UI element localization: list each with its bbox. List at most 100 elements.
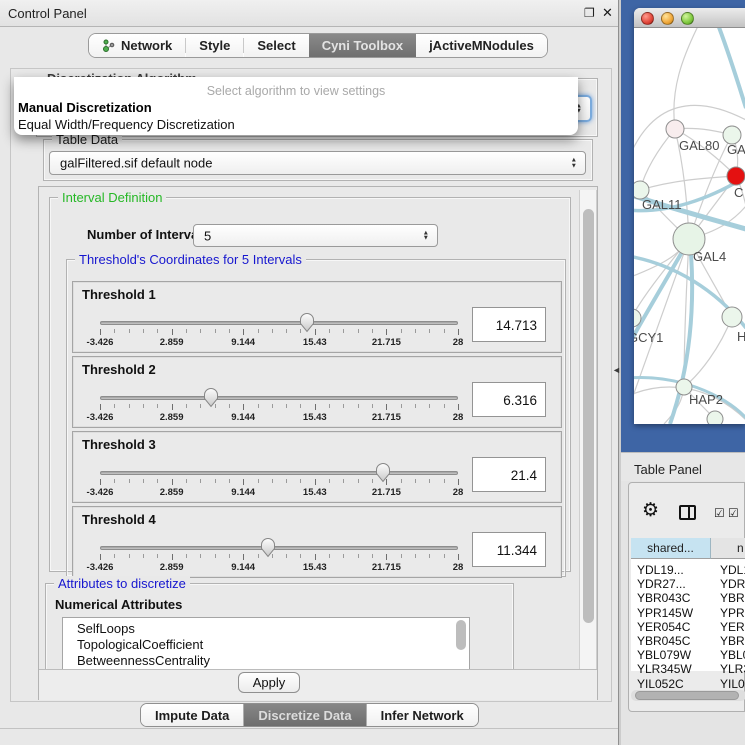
node-h[interactable] <box>722 307 742 327</box>
settings-vertical-scrollbar[interactable] <box>579 190 597 669</box>
slider-tick <box>172 329 173 335</box>
table-row[interactable]: YDL1 <box>720 563 745 577</box>
slider-track[interactable] <box>100 396 458 400</box>
network-edge[interactable] <box>640 176 736 190</box>
table-row[interactable]: YER0 <box>720 620 745 634</box>
table-row[interactable]: YIL0 <box>720 677 745 691</box>
slider-tick <box>315 404 316 410</box>
table-row[interactable]: YBR0 <box>720 591 745 605</box>
slider-tick <box>215 479 216 483</box>
close-icon[interactable]: ✕ <box>602 5 613 21</box>
attributes-list[interactable]: SelfLoopsTopologicalCoefficientBetweenne… <box>62 617 470 669</box>
table-row[interactable]: YDL19... <box>637 563 684 577</box>
slider-track[interactable] <box>100 471 458 475</box>
slider-thumb[interactable] <box>203 387 219 408</box>
network-edge[interactable] <box>640 129 675 190</box>
slider-tick <box>100 479 101 485</box>
table-row[interactable]: YIL052C <box>637 677 684 691</box>
node-table[interactable]: shared...n YDL19... YDL1 YDR27... YDR2 YBR043… <box>631 538 745 671</box>
minimize-traffic-light-icon[interactable] <box>661 12 674 25</box>
tab-discretize-data[interactable]: Discretize Data <box>244 704 366 726</box>
slider-tick <box>143 404 144 408</box>
table-horizontal-scrollbar[interactable] <box>631 690 745 701</box>
tick-label: -3.426 <box>75 412 125 423</box>
network-canvas[interactable]: GAL80GACGAL11GAL4GCY1HHAP2 <box>634 28 745 424</box>
tab-network[interactable]: Network <box>89 34 185 57</box>
list-scrollbar[interactable] <box>456 620 466 650</box>
apply-button[interactable]: Apply <box>238 672 300 693</box>
scrollbar-thumb[interactable] <box>635 691 739 700</box>
table-data-combobox[interactable]: galFiltered.sif default node ▲▼ <box>49 151 586 175</box>
table-row[interactable]: YLR3 <box>720 662 745 676</box>
slider-tick <box>429 404 430 408</box>
dropdown-option-manual-discretization[interactable]: Manual Discretization <box>18 100 152 115</box>
tick-label: 2.859 <box>147 487 197 498</box>
scrollbar-thumb[interactable] <box>583 209 594 623</box>
tab-cyni-toolbox[interactable]: Cyni Toolbox <box>309 34 416 57</box>
group-title: Attributes to discretize <box>54 576 190 591</box>
table-row[interactable]: YDR27... <box>637 577 686 591</box>
network-window[interactable]: GAL80GACGAL11GAL4GCY1HHAP2 <box>634 8 745 424</box>
slider-thumb[interactable] <box>375 462 391 483</box>
node-bottom[interactable] <box>707 411 723 424</box>
slider-tick <box>358 479 359 483</box>
num-intervals-combobox[interactable]: 5 ▲▼ <box>193 224 438 247</box>
checkbox-icon[interactable]: ☑ <box>728 507 739 519</box>
close-traffic-light-icon[interactable] <box>641 12 654 25</box>
table-row[interactable]: YBR043C <box>637 591 690 605</box>
slider-tick <box>272 554 273 558</box>
network-window-titlebar[interactable] <box>634 8 745 28</box>
checkbox-icon[interactable]: ☑ <box>714 507 725 519</box>
slider-tick <box>286 554 287 558</box>
slider-track[interactable] <box>100 546 458 550</box>
network-edge[interactable] <box>717 28 745 108</box>
table-row[interactable]: YBL0 <box>720 648 745 662</box>
slider-tick <box>186 404 187 408</box>
gear-icon[interactable]: ⚙ <box>642 501 659 520</box>
network-view-frame: GAL80GACGAL11GAL4GCY1HHAP2 <box>621 0 745 452</box>
group-title: Interval Definition <box>58 190 166 205</box>
dropdown-option-equal-width[interactable]: Equal Width/Frequency Discretization <box>18 117 235 132</box>
list-item[interactable]: SelfLoops <box>77 621 135 637</box>
table-row[interactable]: YBR0 <box>720 634 745 648</box>
tab-jactivemnodules[interactable]: jActiveMNodules <box>416 34 547 57</box>
network-edge[interactable] <box>674 28 700 129</box>
table-row[interactable]: YLR345W <box>637 662 692 676</box>
table-row[interactable]: YPR145W <box>637 606 693 620</box>
node-gal80[interactable] <box>666 120 684 138</box>
control-panel-titlebar[interactable]: Control Panel ❐ ✕ <box>0 0 618 27</box>
tab-infer-network[interactable]: Infer Network <box>367 704 478 726</box>
node-red[interactable] <box>727 167 745 185</box>
slider-tick <box>343 554 344 558</box>
tick-label: 9.144 <box>218 412 268 423</box>
slider-tick <box>458 404 459 410</box>
tab-select[interactable]: Select <box>244 34 308 57</box>
table-row[interactable]: YER054C <box>637 620 690 634</box>
table-panel-titlebar[interactable]: Table Panel <box>621 452 745 481</box>
split-columns-icon[interactable] <box>679 505 696 520</box>
slider-tick <box>386 329 387 335</box>
column-header-name[interactable]: n <box>711 538 745 559</box>
combo-spinner-icon: ▲▼ <box>571 158 577 169</box>
tab-impute-data[interactable]: Impute Data <box>141 704 244 726</box>
slider-tick <box>401 404 402 408</box>
threshold-value-field[interactable]: 14.713 <box>472 307 546 342</box>
table-row[interactable]: YDR2 <box>720 577 745 591</box>
zoom-traffic-light-icon[interactable] <box>681 12 694 25</box>
table-row[interactable]: YPR1 <box>720 606 745 620</box>
slider-track[interactable] <box>100 321 458 325</box>
table-row[interactable]: YBL079W <box>637 648 691 662</box>
slider-tick <box>458 329 459 335</box>
threshold-value-field[interactable]: 11.344 <box>472 532 546 567</box>
threshold-value-field[interactable]: 21.4 <box>472 457 546 492</box>
threshold-value-field[interactable]: 6.316 <box>472 382 546 417</box>
list-item[interactable]: TopologicalCoefficient <box>77 637 203 653</box>
slider-tick <box>157 554 158 558</box>
tick-label: 9.144 <box>218 487 268 498</box>
list-item[interactable]: BetweennessCentrality <box>77 653 210 669</box>
slider-thumb[interactable] <box>260 537 276 558</box>
float-window-icon[interactable]: ❐ <box>584 6 595 20</box>
column-header-shared-name[interactable]: shared... <box>631 538 711 559</box>
table-row[interactable]: YBR045C <box>637 634 690 648</box>
tab-style[interactable]: Style <box>186 34 243 57</box>
